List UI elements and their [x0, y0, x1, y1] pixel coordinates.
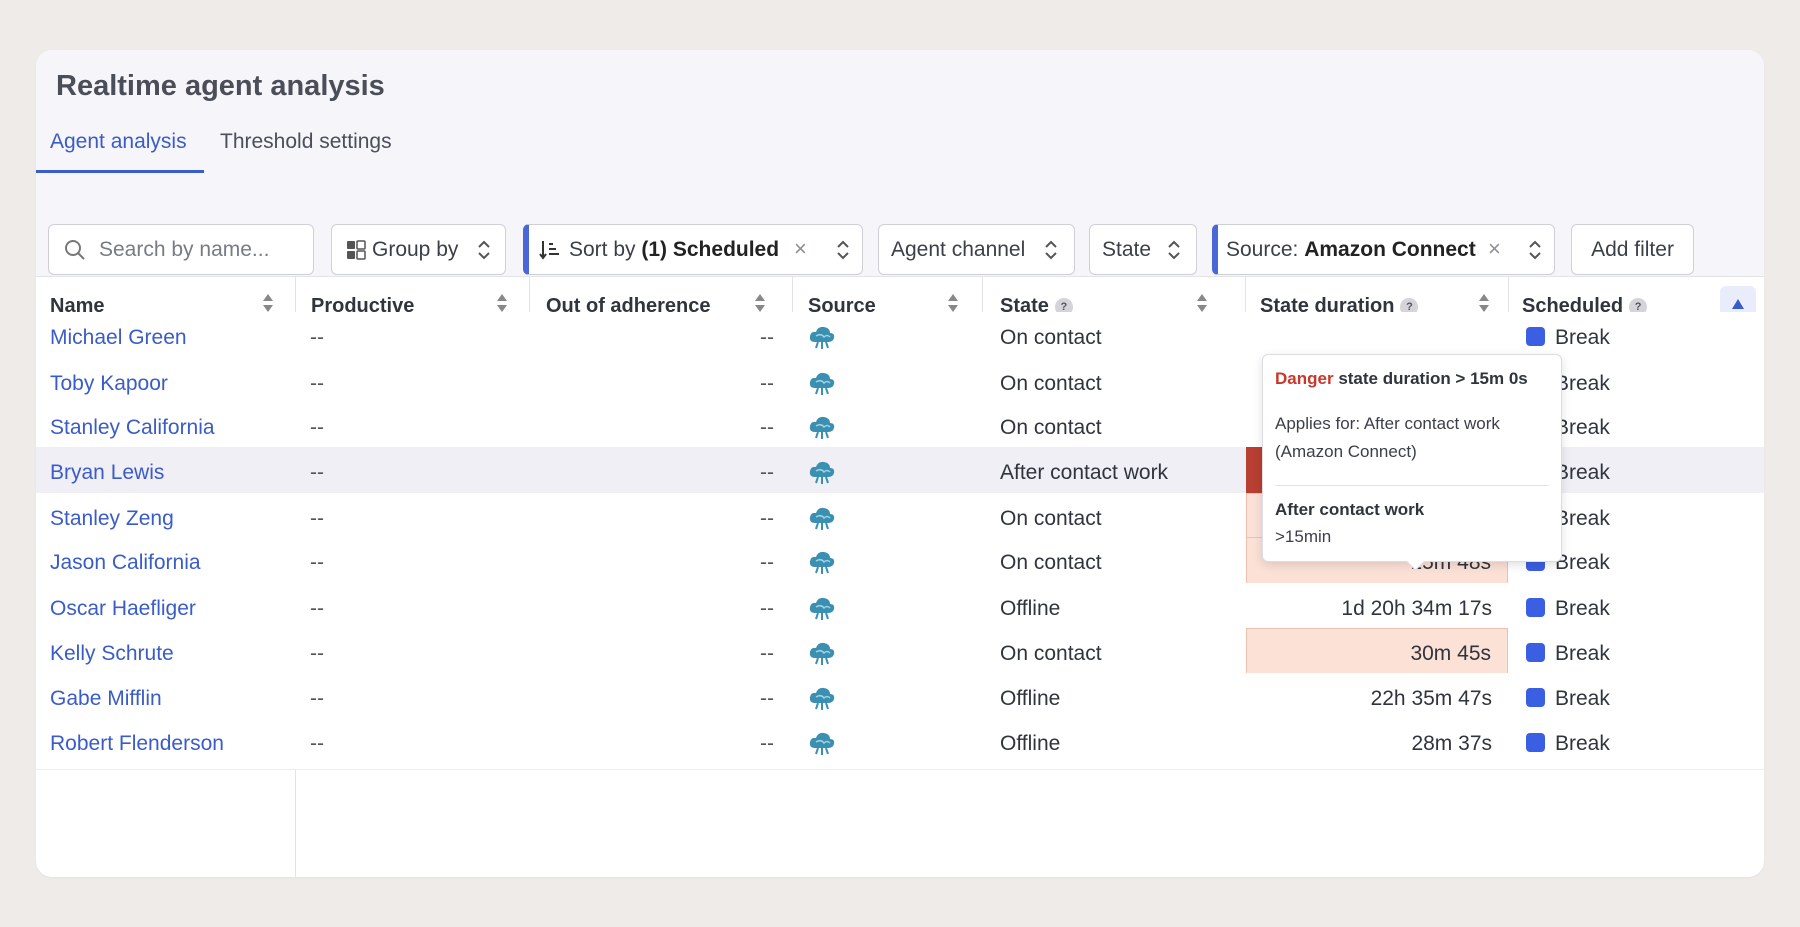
tooltip-applies: Applies for: After contact work (Amazon … — [1275, 414, 1500, 461]
search-icon — [65, 239, 85, 260]
amazon-connect-cloud-icon — [807, 730, 837, 756]
search-input[interactable]: Search by name... — [48, 224, 314, 275]
agent-state: On contact — [1000, 551, 1102, 574]
agent-state: Offline — [1000, 597, 1061, 620]
state-duration-value: 1d 20h 34m 17s — [1341, 597, 1492, 620]
amazon-connect-cloud-icon — [807, 595, 837, 621]
state-duration-value: 30m 45s — [1246, 628, 1508, 679]
productive-adherence-value: -- — [310, 461, 324, 484]
out-of-adherence-value: -- — [760, 687, 774, 710]
amazon-connect-cloud-icon — [807, 324, 837, 350]
scheduled-activity: Break — [1526, 628, 1610, 679]
tab-agent-analysis[interactable]: Agent analysis — [50, 130, 187, 154]
agent-state: On contact — [1000, 416, 1102, 439]
amazon-connect-cloud-icon — [807, 640, 837, 666]
agent-name-link[interactable]: Robert Flenderson — [50, 718, 224, 769]
agent-name-link[interactable]: Gabe Mifflin — [50, 673, 162, 724]
agent-name-link[interactable]: Jason California — [50, 537, 201, 588]
break-color-icon — [1526, 598, 1545, 617]
tooltip-rule-title: After contact work — [1275, 500, 1425, 519]
scheduled-activity: Break — [1526, 673, 1610, 724]
productive-adherence-value: -- — [310, 416, 324, 439]
tooltip-danger-label: Danger — [1275, 369, 1334, 388]
productive-adherence-value: -- — [310, 732, 324, 755]
agent-channel-dropdown[interactable]: Agent channel — [878, 224, 1075, 275]
agent-state: Offline — [1000, 687, 1061, 710]
group-by-label: Group by — [372, 237, 459, 261]
add-filter-label: Add filter — [1591, 237, 1674, 261]
out-of-adherence-value: -- — [760, 461, 774, 484]
state-label: State — [1102, 237, 1152, 261]
productive-adherence-value: -- — [310, 687, 324, 710]
break-color-icon — [1526, 688, 1545, 707]
search-placeholder: Search by name... — [99, 237, 270, 261]
out-of-adherence-value: -- — [760, 642, 774, 665]
scheduled-activity: Break — [1526, 583, 1610, 634]
threshold-tooltip: Danger state duration > 15m 0s Applies f… — [1262, 354, 1562, 571]
chevron-updown-icon — [1045, 240, 1057, 260]
group-by-dropdown[interactable]: Group by — [331, 224, 506, 275]
caret-up-icon — [1732, 299, 1744, 309]
source-filter-prefix: Source: — [1226, 237, 1299, 261]
amazon-connect-cloud-icon — [807, 459, 837, 485]
sort-icon — [539, 240, 559, 260]
sort-by-prefix: Sort by — [569, 237, 636, 261]
productive-adherence-value: -- — [310, 642, 324, 665]
add-filter-button[interactable]: Add filter — [1571, 224, 1694, 275]
sort-by-dropdown[interactable]: Sort by (1) Scheduled × — [523, 224, 863, 275]
card-header: Realtime agent analysis Agent analysis T… — [36, 50, 1764, 175]
state-duration-value: 22h 35m 47s — [1370, 687, 1492, 710]
out-of-adherence-value: -- — [760, 416, 774, 439]
amazon-connect-cloud-icon — [807, 505, 837, 531]
amazon-connect-cloud-icon — [807, 370, 837, 396]
break-color-icon — [1526, 643, 1545, 662]
state-duration-value: 28m 37s — [1411, 732, 1492, 755]
clear-sort-icon[interactable]: × — [794, 236, 807, 262]
productive-adherence-value: -- — [310, 326, 324, 349]
productive-adherence-value: -- — [310, 551, 324, 574]
out-of-adherence-value: -- — [760, 732, 774, 755]
agent-channel-label: Agent channel — [891, 237, 1026, 261]
agent-state: On contact — [1000, 642, 1102, 665]
amazon-connect-cloud-icon — [807, 549, 837, 575]
tab-threshold-settings[interactable]: Threshold settings — [220, 130, 392, 154]
out-of-adherence-value: -- — [760, 551, 774, 574]
break-color-icon — [1526, 327, 1545, 346]
agent-name-link[interactable]: Oscar Haefliger — [50, 583, 196, 634]
scheduled-activity: Break — [1526, 718, 1610, 769]
agent-name-link[interactable]: Kelly Schrute — [50, 628, 174, 679]
productive-adherence-value: -- — [310, 597, 324, 620]
source-filter[interactable]: Source: Amazon Connect × — [1212, 224, 1555, 275]
out-of-adherence-value: -- — [760, 597, 774, 620]
agent-name-link[interactable]: Michael Green — [50, 312, 187, 363]
chevron-updown-icon — [1168, 240, 1180, 260]
sort-by-value: (1) Scheduled — [641, 237, 780, 261]
tooltip-headline: Danger state duration > 15m 0s — [1275, 369, 1528, 388]
agent-state: On contact — [1000, 326, 1102, 349]
amazon-connect-cloud-icon — [807, 685, 837, 711]
amazon-connect-cloud-icon — [807, 414, 837, 440]
agent-state: Offline — [1000, 732, 1061, 755]
tooltip-divider — [1275, 485, 1549, 486]
chevron-updown-icon — [837, 240, 849, 260]
table-row[interactable]: Robert Flenderson -- -- Offline 28m 37s Break — [36, 718, 1764, 770]
chevron-updown-icon — [1529, 240, 1541, 260]
break-color-icon — [1526, 733, 1545, 752]
agent-name-link[interactable]: Bryan Lewis — [50, 447, 164, 498]
page-title: Realtime agent analysis — [56, 70, 385, 102]
tooltip-rule-value: >15min — [1275, 527, 1332, 546]
out-of-adherence-value: -- — [760, 326, 774, 349]
clear-source-icon[interactable]: × — [1488, 236, 1501, 262]
analysis-card: Realtime agent analysis Agent analysis T… — [36, 50, 1764, 877]
group-icon — [347, 239, 366, 260]
agent-name-link[interactable]: Stanley California — [50, 402, 215, 453]
chevron-updown-icon — [478, 240, 490, 260]
agent-state: After contact work — [1000, 461, 1169, 484]
source-filter-value: Amazon Connect — [1304, 237, 1476, 261]
state-dropdown[interactable]: State — [1089, 224, 1197, 275]
active-tab-indicator — [36, 170, 204, 173]
